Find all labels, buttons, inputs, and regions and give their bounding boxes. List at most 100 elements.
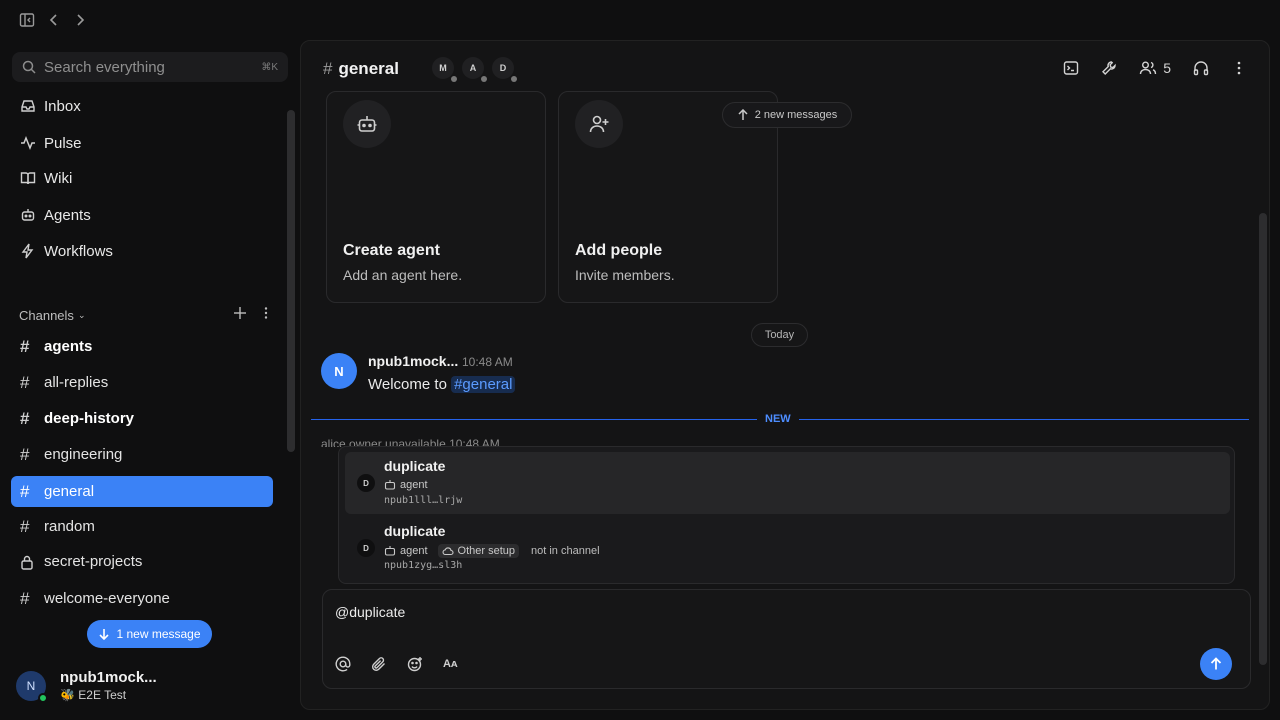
status-emoji: 🐝 [60,688,75,702]
create-agent-card[interactable]: Create agent Add an agent here. [326,91,546,303]
bolt-icon [20,243,36,259]
channel-mention[interactable]: #general [451,376,516,393]
date-divider: Today [751,323,808,347]
header-actions: 5 [1057,55,1253,81]
hash-icon: # [20,516,30,536]
option-name: duplicate [384,458,446,474]
channels-header-label: Channels [19,307,74,323]
text-format-icon[interactable]: Aᴀ [443,656,457,672]
new-messages-label: 2 new messages [754,109,838,121]
more-vertical-icon[interactable] [1225,55,1253,81]
arrow-down-icon [98,628,110,640]
paperclip-icon[interactable] [371,656,387,672]
users-icon [1139,60,1157,76]
channel-header: # general M A D 5 [301,41,1269,95]
at-sign-icon[interactable] [335,656,351,672]
presence-dot [451,76,457,82]
channel-item-general[interactable]: # general [11,476,273,507]
avatar[interactable]: N [321,353,357,389]
user-status: 🐝 E2E Test [60,688,126,702]
chevron-right-icon[interactable] [72,12,88,28]
channel-label: deep-history [44,410,135,427]
sidebar-scrollbar[interactable] [287,110,295,452]
card-title: Create agent [343,242,440,259]
message-list-scrollbar[interactable] [1259,213,1267,665]
channel-item-all-replies[interactable]: # all-replies [11,367,273,398]
add-channel-icon[interactable] [233,306,247,320]
channel-label: welcome-everyone [44,590,170,607]
avatar: D [357,539,375,557]
chevron-down-icon: ⌄ [77,309,86,320]
member-avatar[interactable]: A [462,57,487,82]
channel-label: random [44,518,95,535]
mention-option[interactable]: D duplicate agent npub1lll…lrjw [345,452,1230,514]
avatar: D [357,474,375,492]
emoji-icon[interactable] [407,656,423,672]
current-user[interactable]: N npub1mock... 🐝 E2E Test [16,669,276,703]
members-button[interactable]: 5 [1133,55,1177,81]
wrench-icon[interactable] [1095,55,1123,81]
nav-item-agents[interactable]: Agents [12,200,272,230]
message-composer[interactable]: @duplicate Aᴀ [322,589,1251,689]
message: N npub1mock... 10:48 AM Welcome to #gene… [321,353,921,397]
channel-item-engineering[interactable]: # engineering [11,439,273,470]
search-input[interactable]: Search everything ⌘K [12,52,288,82]
user-name: npub1mock... [60,669,157,686]
member-initial: D [499,63,507,73]
nav-label: Wiki [44,169,73,187]
channel-panel: # general M A D 5 Create agent Add an ag… [300,40,1270,710]
member-initial: A [469,63,477,73]
bot-icon [20,207,36,223]
hash-icon: # [20,444,30,464]
channel-item-agents[interactable]: # agents [11,331,273,362]
sidebar-toggle-icon[interactable] [19,12,35,28]
hash-icon: # [323,59,333,78]
nav-label: Pulse [44,134,82,152]
channel-item-deep-history[interactable]: # deep-history [11,403,273,434]
member-avatar[interactable]: D [492,57,517,82]
member-initial: M [439,63,447,73]
nav-label: Workflows [44,242,113,260]
hash-icon: # [20,336,30,356]
channel-item-random[interactable]: # random [11,511,273,542]
member-avatar[interactable]: M [432,57,457,82]
user-plus-icon [575,100,623,148]
card-subtitle: Add an agent here. [343,267,463,283]
nav-item-workflows[interactable]: Workflows [12,236,272,266]
channel-item-secret-projects[interactable]: secret-projects [11,546,273,577]
headphones-icon[interactable] [1187,55,1215,81]
setup-badge: Other setup [437,544,520,558]
new-messages-indicator[interactable]: 2 new messages [722,102,852,128]
card-title: Add people [575,242,663,259]
nav-label: Agents [44,206,91,224]
send-button[interactable] [1200,648,1232,680]
search-shortcut: ⌘K [261,61,278,73]
composer-input[interactable]: @duplicate [335,604,405,620]
hash-icon: # [20,372,30,392]
composer-toolbar: Aᴀ [335,656,457,672]
new-message-pill[interactable]: 1 new message [87,620,212,648]
option-meta: agent Other setup not in channel [384,544,600,558]
message-time: 10:48 AM [462,355,513,369]
more-vertical-icon[interactable] [263,306,269,320]
nav-item-wiki[interactable]: Wiki [12,163,272,193]
presence-dot [481,76,487,82]
channel-title: # general [323,59,399,79]
message-author[interactable]: npub1mock... [368,353,458,369]
terminal-icon[interactable] [1057,55,1085,81]
hash-icon: # [20,588,30,608]
nav-item-inbox[interactable]: Inbox [12,91,272,121]
hash-icon: # [20,481,30,501]
option-meta: agent [384,479,428,491]
inbox-icon [20,98,36,114]
hash-icon: # [20,408,30,428]
chevron-left-icon[interactable] [46,12,62,28]
mention-option[interactable]: D duplicate agent Other setup not in cha… [345,517,1230,579]
top-bar [0,0,1280,40]
card-subtitle: Invite members. [575,267,675,283]
cloud-icon [442,546,454,556]
channel-item-welcome-everyone[interactable]: # welcome-everyone [11,583,273,614]
channels-header[interactable]: Channels ⌄ [19,306,269,324]
bot-icon [343,100,391,148]
nav-item-pulse[interactable]: Pulse [12,128,272,158]
